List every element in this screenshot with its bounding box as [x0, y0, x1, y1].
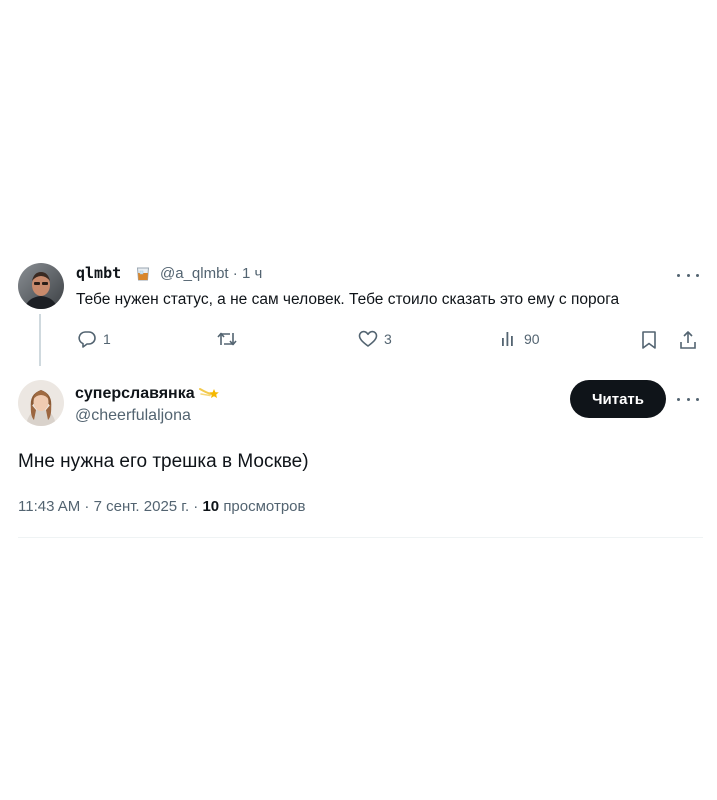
views-button[interactable]: 90	[500, 330, 540, 348]
bookmark-icon	[642, 331, 656, 349]
heart-icon	[358, 330, 378, 347]
tweet1-time[interactable]: 1 ч	[242, 265, 262, 282]
tweet1-more-options-icon[interactable]	[677, 268, 699, 282]
views-count: 90	[524, 331, 540, 347]
shooting-star-icon	[199, 383, 221, 406]
tweet1-handle-and-time: @a_qlmbt · 1 ч	[160, 265, 262, 282]
tweet1-handle[interactable]: @a_qlmbt	[160, 265, 229, 282]
like-count: 3	[384, 331, 392, 347]
tweet1-display-name[interactable]: qlmbt	[76, 264, 121, 282]
tweet2-display-name-row[interactable]: суперславянка	[75, 383, 221, 406]
thread-connector-line	[39, 314, 41, 366]
avatar-qlmbt[interactable]	[18, 263, 64, 309]
separator-dot: ·	[232, 265, 238, 282]
tweet2-meta: 11:43 AM · 7 сент. 2025 г. · 10 просмотр…	[18, 498, 305, 515]
reply-count: 1	[103, 331, 111, 347]
tweet2-handle[interactable]: @cheerfulaljona	[75, 407, 191, 425]
tweet2-more-options-icon[interactable]	[677, 392, 699, 406]
analytics-icon	[502, 332, 513, 346]
avatar-cheerfulaljona[interactable]	[18, 380, 64, 426]
reply-icon	[78, 331, 96, 348]
tweet2-display-name[interactable]: суперславянка	[75, 385, 195, 402]
retweet-icon	[217, 332, 237, 346]
retweet-button[interactable]	[216, 330, 244, 348]
follow-button[interactable]: Читать	[570, 380, 666, 418]
tweet2-views-count: 10	[202, 498, 220, 515]
tweet1-text: Тебе нужен статус, а не сам человек. Теб…	[76, 291, 620, 308]
bookmark-button[interactable]	[640, 330, 658, 355]
share-icon	[680, 331, 696, 349]
reply-button[interactable]: 1	[77, 330, 111, 348]
tweet2-text: Мне нужна его трешка в Москве)	[18, 451, 309, 472]
tweet2-timestamp[interactable]: 11:43 AM · 7 сент. 2025 г. ·	[18, 498, 198, 515]
divider	[18, 537, 703, 538]
tweet2-views-label: просмотров	[223, 498, 306, 515]
whiskey-glass-icon	[135, 266, 151, 282]
share-button[interactable]	[678, 330, 698, 355]
like-button[interactable]: 3	[358, 330, 392, 348]
